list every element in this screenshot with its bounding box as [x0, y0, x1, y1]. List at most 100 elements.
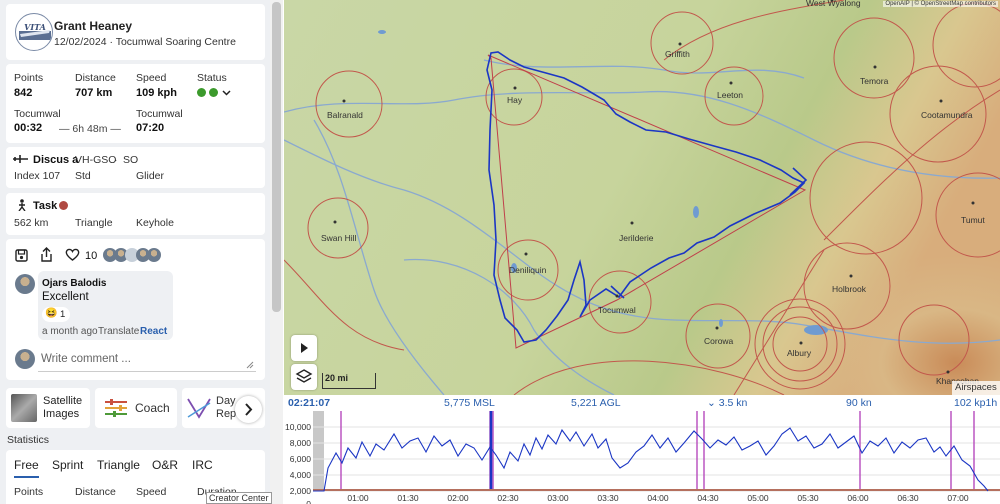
takeoff-time: 00:32 — [14, 122, 43, 134]
points-value: 842 — [14, 87, 33, 99]
stats-col-speed: Speed — [136, 486, 167, 498]
map-scale-bar: 20 mi — [322, 373, 376, 389]
tab-free[interactable]: Free — [14, 458, 39, 478]
flight-map[interactable]: West Wyalong Griffith Temora Hay Leeton … — [284, 0, 1000, 395]
landing-time: 07:20 — [136, 122, 165, 134]
pilot-card: VITA Grant Heaney 12/02/2024 · Tocumwal … — [6, 4, 265, 60]
map-attribution[interactable]: OpenAIP | © OpenStreetMap contributors — [883, 1, 998, 7]
glider-icon — [13, 155, 28, 163]
barogram-panel[interactable]: 02:21:07 5,775 MSL 5,221 AGL ⌄ 3.5 kn 90… — [284, 395, 1000, 504]
comment-text: Excellent — [42, 291, 89, 303]
glider-card[interactable]: Discus a VH-GSO · SO Index 107 Std Glide… — [6, 147, 265, 188]
task-status-dot — [59, 201, 68, 210]
points-label: Points — [14, 72, 44, 84]
y-tick: 6,000 — [290, 454, 312, 464]
resize-handle-icon[interactable] — [246, 361, 254, 369]
coach-tile[interactable]: Coach — [95, 388, 177, 428]
translate-link[interactable]: Translate — [98, 326, 139, 337]
task-person-icon — [18, 199, 26, 211]
play-icon — [301, 343, 308, 353]
x-axis-labels: 01:00 01:30 02:00 02:30 03:00 03:30 04:0… — [347, 493, 969, 503]
tab-triangle[interactable]: Triangle — [97, 458, 140, 472]
heart-icon[interactable] — [65, 248, 80, 261]
glider-type: Glider — [136, 170, 165, 182]
town-deniliquin: Deniliquin — [509, 265, 547, 275]
play-button[interactable] — [291, 335, 317, 361]
town-holbrook: Holbrook — [832, 284, 867, 294]
liker-avatar-5[interactable] — [147, 248, 161, 262]
x-tick: 06:30 — [897, 493, 919, 503]
tab-sprint[interactable]: Sprint — [52, 458, 83, 472]
flight-date: 12/02/2024 — [54, 36, 107, 48]
y-tick: 8,000 — [290, 438, 312, 448]
tab-irc[interactable]: IRC — [192, 458, 213, 472]
x-tick: 07:00 — [947, 493, 969, 503]
x-tick: 05:00 — [747, 493, 769, 503]
town-corowa: Corowa — [704, 336, 734, 346]
x-tick: 03:00 — [547, 493, 569, 503]
flight-view: VITA Grant Heaney 12/02/2024 · Tocumwal … — [0, 0, 1000, 504]
grin-emoji-icon: 😆 — [45, 308, 58, 319]
speed-value: 109 kph — [136, 87, 177, 99]
chevron-right-icon — [245, 403, 253, 416]
speed-label: Speed — [136, 72, 167, 84]
flight-duration: — 6h 48m — — [59, 123, 121, 135]
town-hay: Hay — [507, 95, 523, 105]
glider-model: Discus a — [33, 154, 79, 166]
distance-label: Distance — [75, 72, 116, 84]
write-comment-input[interactable]: Write comment ... — [38, 347, 256, 372]
reaction-chip[interactable]: 😆 1 — [42, 307, 70, 322]
glider-class: Std — [75, 170, 91, 182]
comment-author[interactable]: Ojars Balodis — [42, 278, 106, 289]
y-axis-labels: 10,000 8,000 6,000 4,000 2,000 0 — [285, 422, 311, 504]
town-griffith: Griffith — [665, 49, 690, 59]
status-dot-1 — [197, 88, 206, 97]
share-icon[interactable] — [40, 247, 53, 262]
y-tick: 2,000 — [290, 486, 312, 496]
reaction-count: 1 — [60, 309, 66, 320]
task-zone: Keyhole — [136, 217, 174, 229]
y-tick: 10,000 — [285, 422, 311, 432]
town-albury: Albury — [787, 348, 812, 358]
status-chevron-down-icon[interactable] — [222, 88, 231, 97]
task-shape: Triangle — [75, 217, 113, 229]
x-tick: 01:30 — [397, 493, 419, 503]
react-link[interactable]: React — [140, 326, 167, 337]
barogram-chart[interactable]: 10,000 8,000 6,000 4,000 2,000 0 01:00 0… — [284, 408, 1000, 504]
task-markers — [340, 411, 975, 491]
town-tumut: Tumut — [961, 215, 985, 225]
x-tick: 04:30 — [697, 493, 719, 503]
satellite-images-tile[interactable]: Satellite Images — [6, 388, 90, 428]
town-cootamundra: Cootamundra — [921, 110, 973, 120]
tools-row: Satellite Images Coach Day Rep — [6, 386, 265, 430]
map-canvas[interactable]: West Wyalong Griffith Temora Hay Leeton … — [284, 0, 1000, 395]
sidebar-scrollbar-thumb[interactable] — [272, 2, 281, 312]
status-dot-2 — [209, 88, 218, 97]
comment-time: a month ago — [42, 326, 98, 337]
stats-col-distance: Distance — [75, 486, 116, 498]
town-jerilderie: Jerilderie — [619, 233, 654, 243]
airspaces-toggle[interactable]: Airspaces — [952, 381, 1000, 395]
town-balranald: Balranald — [327, 110, 363, 120]
pilot-name[interactable]: Grant Heaney — [54, 19, 132, 33]
x-tick: 03:30 — [597, 493, 619, 503]
save-icon[interactable] — [15, 249, 28, 262]
x-tick: 04:00 — [647, 493, 669, 503]
y-tick: 4,000 — [290, 470, 312, 480]
tools-next-button[interactable] — [235, 396, 262, 423]
layers-button[interactable] — [291, 364, 317, 390]
distance-value: 707 km — [75, 87, 113, 99]
satellite-images-label: Satellite Images — [43, 395, 83, 420]
social-card: 10 Ojars Balodis Excellent 😆 1 a month a… — [6, 239, 265, 380]
town-west-wyalong: West Wyalong — [806, 0, 861, 8]
flight-date-site: 12/02/2024 · Tocumwal Soaring Centre — [54, 36, 236, 48]
x-tick: 02:00 — [447, 493, 469, 503]
takeoff-site: Tocumwal — [14, 108, 61, 120]
tab-or[interactable]: O&R — [152, 458, 178, 472]
flight-site[interactable]: Tocumwal Soaring Centre — [116, 36, 236, 48]
task-card[interactable]: Task 562 km Triangle Keyhole — [6, 193, 265, 235]
commenter-avatar[interactable] — [15, 274, 35, 294]
task-distance: 562 km — [14, 217, 49, 229]
glider-rego: VH-GSO — [75, 154, 117, 166]
summary-card: Points 842 Distance 707 km Speed 109 kph… — [6, 64, 265, 143]
